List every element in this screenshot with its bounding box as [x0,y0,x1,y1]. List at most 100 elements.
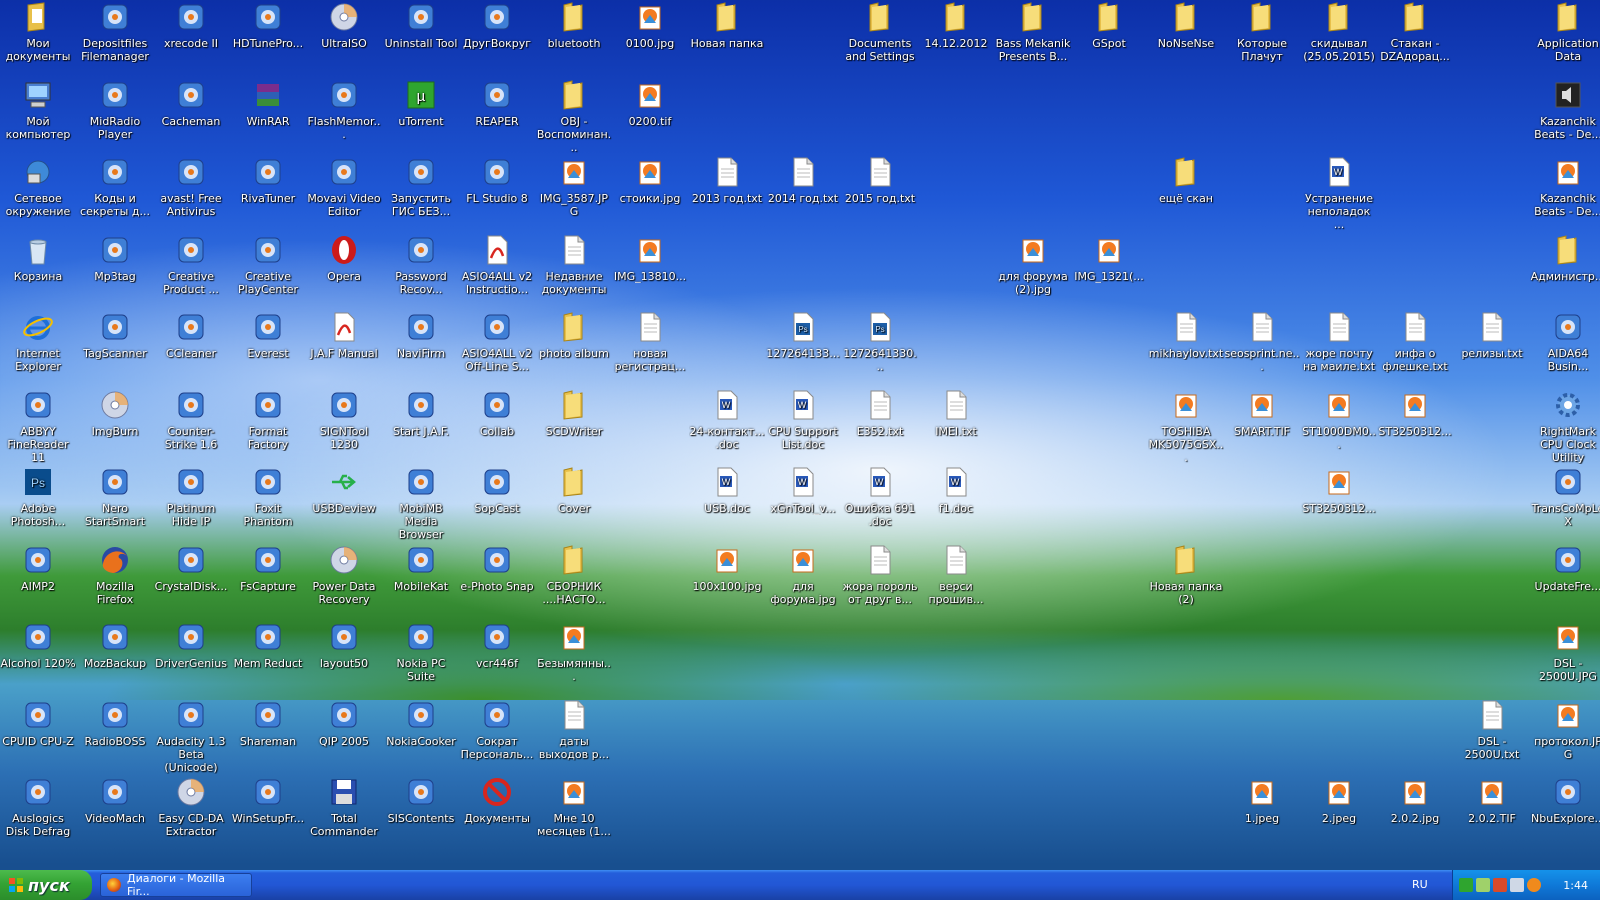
desktop-icon[interactable]: TransCoMpLeX [1530,466,1600,542]
desktop-icon[interactable]: для форума (2).jpg [995,234,1071,310]
desktop-icon[interactable]: MobiMB Media Browser [383,466,459,542]
desktop-icon[interactable]: Bass Mekanik Presents B... [995,1,1071,77]
desktop-icon[interactable]: ST1000DM0... [1301,389,1377,465]
desktop-icon[interactable]: REAPER [459,79,535,155]
desktop-icon[interactable]: AIDA64 Busin... [1530,311,1600,387]
desktop-icon[interactable]: Password Recov... [383,234,459,310]
desktop-icon[interactable]: Cover [536,466,612,542]
desktop-icon[interactable]: Администр... [1530,234,1600,310]
desktop-icon[interactable]: IMG_1321(... [1071,234,1147,310]
desktop-icon[interactable]: Ps 1272641330... [842,311,918,387]
desktop-icon[interactable]: Auslogics Disk Defrag [0,776,76,852]
desktop-icon[interactable]: vcr446f [459,621,535,697]
desktop-icon[interactable]: SopCast [459,466,535,542]
desktop-icon[interactable]: 2014 год.txt [765,156,841,232]
desktop-icon[interactable]: MozBackup [77,621,153,697]
avast-tray-icon[interactable] [1527,878,1541,892]
desktop-icon[interactable]: Mem Reduct [230,621,306,697]
desktop-icon[interactable]: DSL - 2500U.JPG [1530,621,1600,697]
desktop-icon[interactable]: Мне 10 месяцев (1... [536,776,612,852]
desktop-icon[interactable]: MidRadio Player [77,79,153,155]
desktop-icon[interactable]: 0100.jpg [612,1,688,77]
utorrent-tray-icon[interactable] [1459,878,1473,892]
desktop-icon[interactable]: MobileKat [383,544,459,620]
desktop-icon[interactable]: Mp3tag [77,234,153,310]
desktop-icon[interactable]: 14.12.2012 [918,1,994,77]
desktop-icon[interactable]: Opera [306,234,382,310]
desktop-icon[interactable]: Platinum Hide IP [153,466,229,542]
desktop-icon[interactable]: SISContents [383,776,459,852]
desktop-icon[interactable]: Безымянны... [536,621,612,697]
desktop-icon[interactable]: Easy CD-DA Extractor [153,776,229,852]
desktop-icon[interactable]: Documents and Settings [842,1,918,77]
desktop-icon[interactable]: RightMark CPU Clock Utility [1530,389,1600,465]
desktop-icon[interactable]: Everest [230,311,306,387]
desktop-icon[interactable]: релизы.txt [1454,311,1530,387]
desktop-icon[interactable]: ASIO4ALL v2 Off-Line S... [459,311,535,387]
desktop-icon[interactable]: жора пороль от друг в... [842,544,918,620]
desktop-icon[interactable]: Мой компьютер [0,79,76,155]
desktop-icon[interactable]: для форума.jpg [765,544,841,620]
desktop-icon[interactable]: 2.0.2.TIF [1454,776,1530,852]
desktop-icon[interactable]: Alcohol 120% [0,621,76,697]
desktop-icon[interactable]: ImgBurn [77,389,153,465]
desktop-icon[interactable]: Запустить ГИС БЕЗ... [383,156,459,232]
desktop-icon[interactable]: QIP 2005 [306,699,382,775]
desktop-icon[interactable]: FsCapture [230,544,306,620]
desktop-icon[interactable]: Сократ Персональ... [459,699,535,775]
desktop-icon[interactable]: СБОРНИК ....НАСТО... [536,544,612,620]
desktop-icon[interactable]: FL Studio 8 [459,156,535,232]
desktop-icon[interactable]: скидывал (25.05.2015) [1301,1,1377,77]
desktop-icon[interactable]: HDTunePro... [230,1,306,77]
desktop-icon[interactable]: 2013 год.txt [689,156,765,232]
desktop-icon[interactable]: seosprint.ne... [1224,311,1300,387]
desktop-icon[interactable]: Power Data Recovery [306,544,382,620]
desktop-icon[interactable]: 2015 год.txt [842,156,918,232]
desktop-icon[interactable]: bluetooth [536,1,612,77]
desktop-icon[interactable]: UltraISO [306,1,382,77]
network-tray-icon[interactable] [1476,878,1490,892]
desktop-icon[interactable]: Wf1.doc [918,466,994,542]
desktop-icon[interactable]: Nero StartSmart [77,466,153,542]
desktop-icon[interactable]: Ps 127264133... [765,311,841,387]
desktop-icon[interactable]: 1.jpeg [1224,776,1300,852]
desktop-icon[interactable]: OBJ - Воспоминан... [536,79,612,155]
desktop-icon[interactable]: SCDWriter [536,389,612,465]
desktop-icon[interactable]: layout50 [306,621,382,697]
desktop-icon[interactable]: NbuExplore... [1530,776,1600,852]
desktop-icon[interactable]: Недавние документы [536,234,612,310]
desktop-icon[interactable]: CCleaner [153,311,229,387]
desktop-icon[interactable]: Сетевое окружение [0,156,76,232]
desktop-icon[interactable]: Ps Adobe Photosh... [0,466,76,542]
desktop-icon[interactable]: Depositfiles Filemanager [77,1,153,77]
desktop-icon[interactable]: Uninstall Tool [383,1,459,77]
desktop-icon[interactable]: NoNseNse [1148,1,1224,77]
desktop-icon[interactable]: NaviFirm [383,311,459,387]
desktop-icon[interactable]: xrecode II [153,1,229,77]
desktop-icon[interactable]: IMG_13810... [612,234,688,310]
desktop-icon[interactable]: Counter-Strike 1.6 [153,389,229,465]
desktop-icon[interactable]: Collab [459,389,535,465]
desktop-icon[interactable]: Total Commander [306,776,382,852]
app-tray-icon[interactable] [1493,878,1507,892]
desktop-icon[interactable]: 100x100.jpg [689,544,765,620]
desktop-icon[interactable]: NokiaCooker [383,699,459,775]
desktop-icon[interactable]: Application Data [1530,1,1600,77]
desktop-icon[interactable]: photo album [536,311,612,387]
desktop-icon[interactable]: Creative PlayCenter [230,234,306,310]
desktop-icon[interactable]: ABBYY FineReader 11 [0,389,76,465]
desktop-icon[interactable]: стоики.jpg [612,156,688,232]
volume-icon[interactable] [1510,878,1524,892]
desktop-icon[interactable]: Shareman [230,699,306,775]
desktop-icon[interactable]: протокол.JPG [1530,699,1600,775]
desktop-icon[interactable]: avast! Free Antivirus [153,156,229,232]
clock[interactable]: 1:44 [1563,879,1588,892]
desktop-icon[interactable]: Документы [459,776,535,852]
desktop-icon[interactable]: UpdateFre... [1530,544,1600,620]
desktop-icon[interactable]: Start J.A.F. [383,389,459,465]
desktop-icon[interactable]: CrystalDisk... [153,544,229,620]
desktop-icon[interactable]: DSL - 2500U.txt [1454,699,1530,775]
desktop-icon[interactable]: Которые Плачут [1224,1,1300,77]
desktop-icon[interactable]: FlashMemor... [306,79,382,155]
desktop-icon[interactable]: RivaTuner [230,156,306,232]
